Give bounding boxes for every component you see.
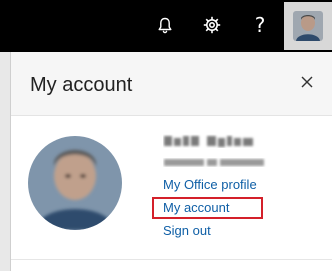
close-button[interactable] — [293, 68, 321, 96]
avatar — [293, 11, 323, 41]
close-icon — [301, 76, 313, 88]
user-email-blurred — [164, 159, 264, 166]
panel-title: My account — [30, 74, 133, 96]
user-name — [163, 134, 259, 148]
panel-header: My account — [11, 52, 332, 116]
account-avatar-button[interactable] — [284, 2, 332, 50]
bell-icon — [158, 17, 172, 33]
settings-button[interactable] — [195, 8, 229, 42]
gear-icon — [203, 16, 221, 34]
top-bar: ? — [0, 0, 332, 52]
help-button[interactable]: ? — [243, 8, 277, 42]
background-strip — [0, 52, 11, 271]
profile-photo — [28, 136, 122, 230]
divider — [11, 259, 332, 260]
user-name-blurred — [164, 136, 253, 147]
user-email — [163, 154, 267, 166]
account-panel: My account My Office profile My account … — [11, 52, 332, 271]
my-office-profile-link[interactable]: My Office profile — [163, 177, 257, 192]
sign-out-link[interactable]: Sign out — [163, 223, 211, 238]
my-account-link[interactable]: My account — [163, 200, 229, 215]
help-icon: ? — [254, 13, 266, 37]
notifications-button[interactable] — [148, 8, 182, 42]
